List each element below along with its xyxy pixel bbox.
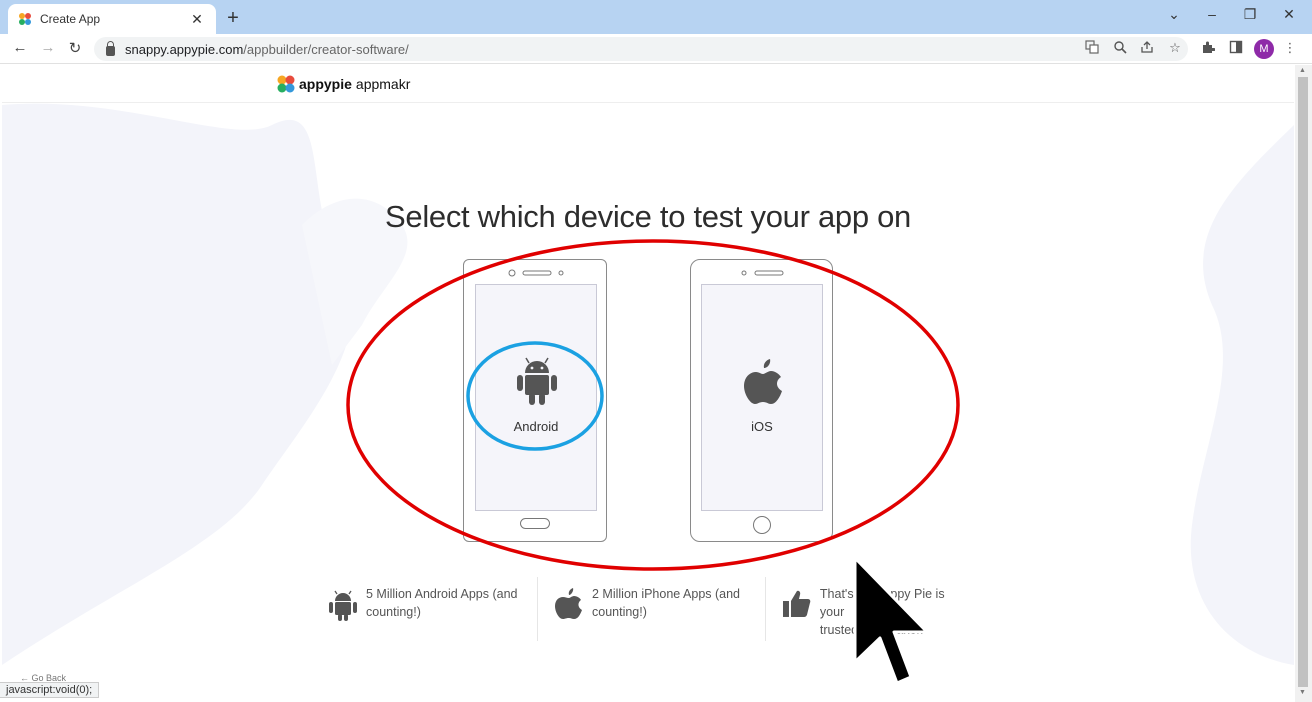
feature-android-apps: 5 Million Android Apps (and counting!) [318,577,538,641]
bookmark-star-icon[interactable]: ☆ [1165,40,1185,56]
page-scrollbar[interactable]: ▲ ▼ [1295,65,1312,702]
scroll-up-arrow-icon[interactable]: ▲ [1299,67,1306,74]
zoom-icon[interactable] [1110,40,1130,57]
status-bar-url: javascript:void(0); [0,682,100,698]
ios-device-option[interactable]: iOS [690,259,833,542]
ios-phone-screen: iOS [701,284,823,511]
menu-kebab-icon[interactable]: ⋮ [1280,40,1300,56]
extensions-icon[interactable] [1198,40,1218,57]
scrollbar-thumb[interactable] [1298,77,1308,687]
translate-icon[interactable] [1082,40,1102,57]
page-title: Select which device to test your app on [385,199,911,234]
feature-text: 2 Million iPhone Apps (and counting!) [592,587,741,619]
android-label: Android [513,419,559,434]
reload-icon[interactable]: ↻ [64,39,86,57]
site-header: appypie appmakr [2,65,1294,103]
address-bar[interactable]: snappy.appypie.com/appbuilder/creator-so… [94,37,1188,61]
apple-icon [555,588,582,619]
android-home-button [520,518,550,529]
lock-icon [106,40,115,56]
android-device-option[interactable]: Android [463,259,607,542]
side-panel-icon[interactable] [1226,40,1246,57]
url-text: snappy.appypie.com/appbuilder/creator-so… [125,41,409,57]
share-icon[interactable] [1137,40,1157,57]
tab-close-icon[interactable]: ✕ [188,11,206,28]
browser-tab[interactable]: Create App ✕ [8,4,216,34]
android-icon [329,590,357,621]
forward-arrow-icon[interactable]: → [37,39,59,56]
iphone-home-button [753,516,771,534]
tab-title: Create App [40,12,101,26]
feature-trusted-maker: That's why Appy Pie is your trusted app m… [766,577,986,641]
profile-avatar[interactable]: M [1254,39,1274,59]
page-content: appypie appmakr Select which device to t… [2,65,1294,702]
browser-toolbar: ← → ↻ snappy.appypie.com/appbuilder/crea… [0,34,1312,64]
brand-name: appypie [299,76,352,92]
android-phone-screen: Android [475,284,597,511]
appypie-favicon-icon [18,12,32,26]
android-icon [517,357,557,405]
browser-tab-bar: Create App ✕ + ⌄ – ❐ ✕ [0,0,1312,34]
apple-icon [744,359,782,404]
tab-search-icon[interactable]: ⌄ [1160,6,1188,23]
restore-button[interactable]: ❐ [1236,6,1264,23]
feature-strip: 5 Million Android Apps (and counting!) 2 … [318,577,986,641]
ios-label: iOS [751,419,773,434]
feature-text: 5 Million Android Apps (and counting!) [366,587,518,619]
appypie-logo-icon [276,74,296,94]
back-arrow-icon[interactable]: ← [9,39,31,56]
feature-text: That's why Appy Pie is your trusted app m… [819,587,945,637]
brand-product: appmakr [355,76,411,92]
scroll-down-arrow-icon[interactable]: ▼ [1299,689,1306,696]
thumbs-up-icon [782,590,811,617]
feature-iphone-apps: 2 Million iPhone Apps (and counting!) [538,577,766,641]
new-tab-button[interactable]: + [222,7,244,29]
close-window-button[interactable]: ✕ [1275,6,1303,23]
minimize-button[interactable]: – [1198,6,1226,22]
appypie-logo[interactable]: appypie appmakr [276,74,410,94]
